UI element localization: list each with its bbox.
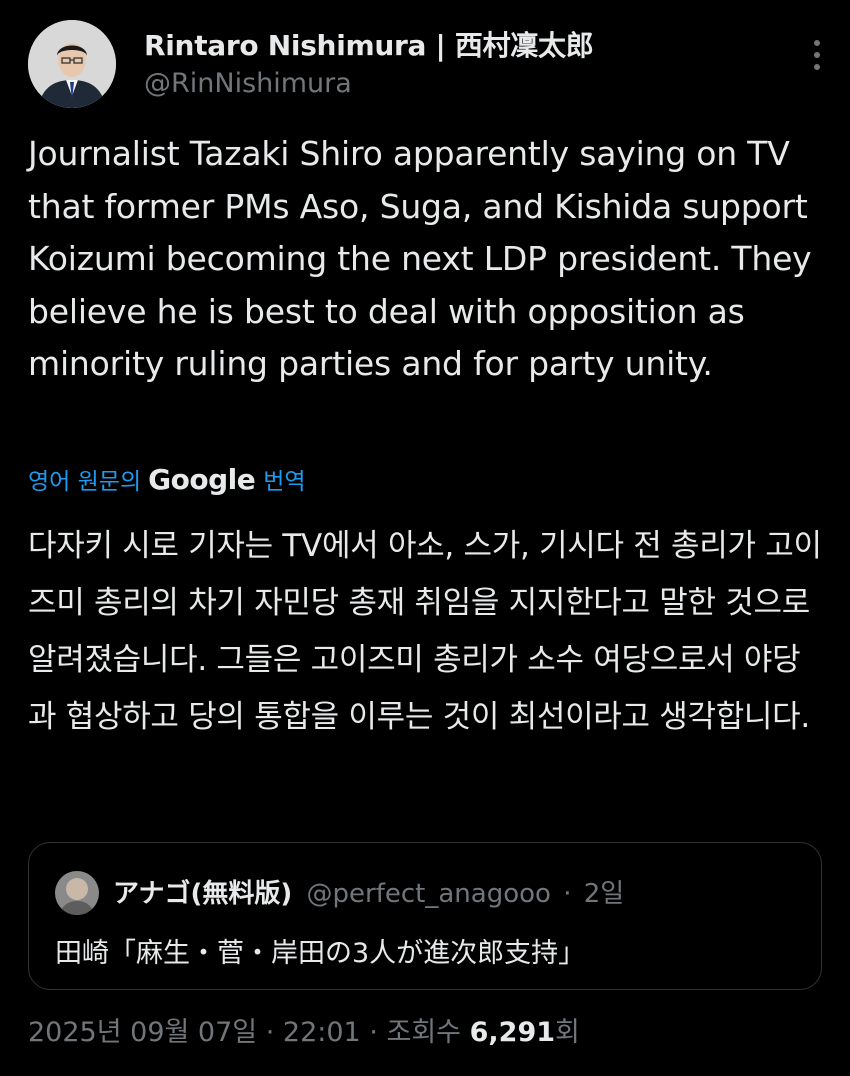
tweet-date[interactable]: 2025년 09월 07일 bbox=[28, 1017, 257, 1048]
quote-timestamp[interactable]: 2일 bbox=[584, 879, 624, 909]
meta-separator-2: · bbox=[369, 1017, 378, 1048]
views-label: 조회수 bbox=[386, 1017, 462, 1048]
quote-text: 田崎「麻生・菅・岸田の3人が進次郎支持」 bbox=[55, 938, 586, 969]
quote-author-name[interactable]: アナゴ(無料版) bbox=[113, 879, 292, 909]
author-avatar[interactable] bbox=[28, 20, 116, 108]
translation-label-prefix: 영어 원문의 bbox=[28, 469, 142, 495]
views-suffix: 회 bbox=[555, 1017, 580, 1048]
translation-attribution[interactable]: 영어 원문의 Google 번역 bbox=[28, 462, 306, 496]
meta-separator: · bbox=[265, 1017, 275, 1048]
tweet-header: Rintaro Nishimura | 西村凜太郎 @RinNishimura bbox=[28, 20, 828, 112]
google-logo: Google bbox=[148, 462, 256, 496]
tweet-time[interactable]: 22:01 bbox=[283, 1017, 361, 1048]
tweet-text: Journalist Tazaki Shiro apparently sayin… bbox=[28, 134, 812, 383]
more-vertical-icon[interactable] bbox=[812, 38, 822, 72]
tweet-meta: 2025년 09월 07일 · 22:01 · 조회수 6,291회 bbox=[28, 1010, 580, 1049]
quote-author-avatar[interactable] bbox=[55, 871, 99, 915]
quote-author-handle[interactable]: @perfect_anagooo bbox=[307, 879, 551, 909]
quote-separator: · bbox=[563, 879, 572, 909]
quote-header: アナゴ(無料版) @perfect_anagooo · 2일 bbox=[113, 873, 624, 910]
views-count: 6,291 bbox=[469, 1017, 556, 1048]
author-display-name[interactable]: Rintaro Nishimura | 西村凜太郎 bbox=[144, 24, 594, 64]
quoted-tweet-card[interactable]: アナゴ(無料版) @perfect_anagooo · 2일 田崎「麻生・菅・岸… bbox=[28, 842, 822, 990]
translated-text: 다자키 시로 기자는 TV에서 아소, 스가, 기시다 전 총리가 고이즈미 총… bbox=[28, 528, 822, 735]
translation-label-suffix: 번역 bbox=[263, 469, 306, 495]
author-handle[interactable]: @RinNishimura bbox=[144, 68, 352, 99]
